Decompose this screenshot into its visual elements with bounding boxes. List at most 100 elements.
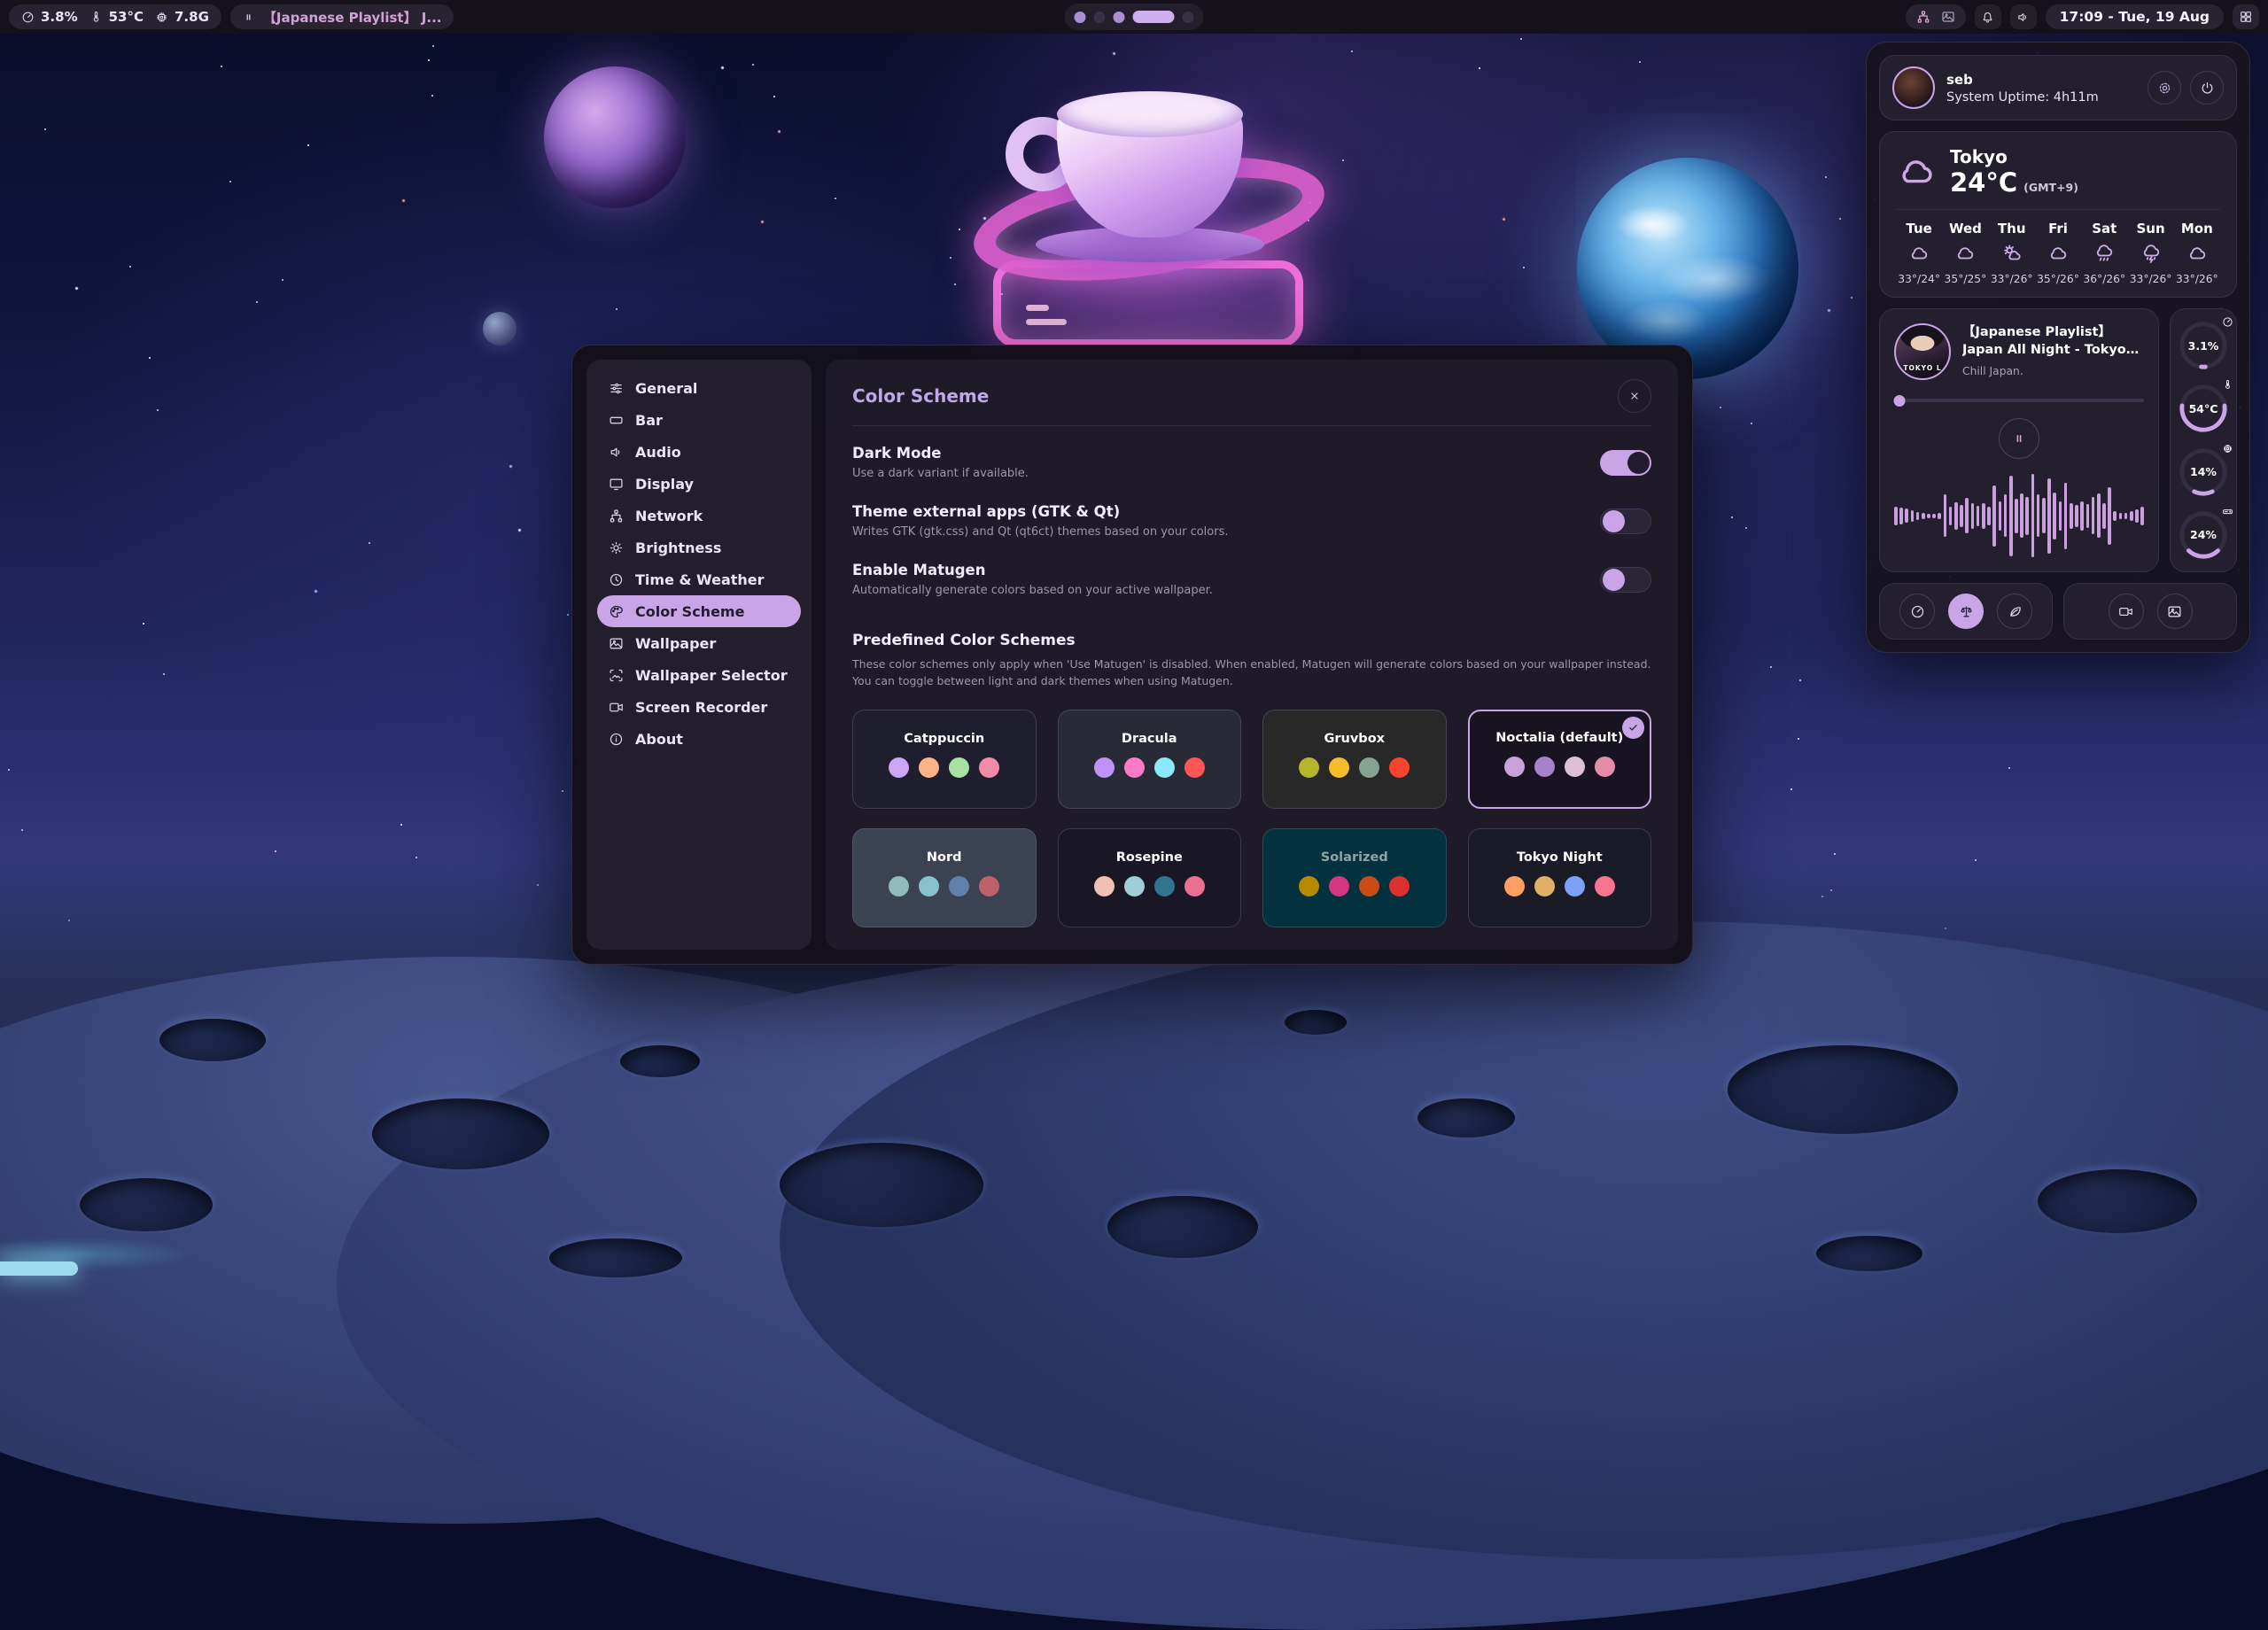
color-swatch bbox=[1124, 876, 1145, 896]
image-button[interactable] bbox=[2157, 594, 2193, 629]
sidebar-item-display[interactable]: Display bbox=[597, 468, 801, 500]
sidebar-item-audio[interactable]: Audio bbox=[597, 436, 801, 468]
power-button[interactable] bbox=[2190, 71, 2224, 105]
gauge-button[interactable] bbox=[1899, 594, 1935, 629]
scheme-colors bbox=[1504, 757, 1615, 777]
seek-bar[interactable] bbox=[1894, 395, 2144, 407]
color-swatch bbox=[1154, 876, 1175, 896]
setting-desc: Writes GTK (gtk.css) and Qt (qt6ct) them… bbox=[852, 525, 1229, 539]
waveform-bar bbox=[1905, 508, 1908, 523]
disk-icon bbox=[2222, 506, 2233, 517]
color-swatch bbox=[949, 876, 969, 896]
sidebar-item-color-scheme[interactable]: Color Scheme bbox=[597, 595, 801, 627]
settings-button[interactable] bbox=[2148, 71, 2181, 105]
scheme-card-dracula[interactable]: Dracula bbox=[1058, 710, 1242, 809]
forecast-mon: Mon33°/26° bbox=[2174, 221, 2220, 285]
sidebar-item-label: Network bbox=[635, 508, 703, 524]
waveform-bar bbox=[2075, 505, 2078, 527]
sidebar-item-bar[interactable]: Bar bbox=[597, 404, 801, 436]
gauge-icon bbox=[21, 11, 35, 24]
toggle-knob bbox=[1627, 452, 1650, 474]
sidebar-item-time-weather[interactable]: Time & Weather bbox=[597, 563, 801, 595]
bell-icon bbox=[1981, 11, 1994, 24]
wallpaper-selector-icon bbox=[609, 668, 624, 683]
sidebar-item-label: Brightness bbox=[635, 539, 721, 556]
gauge-gauge: 3.1% bbox=[2178, 320, 2229, 371]
forecast-sat: Sat36°/26° bbox=[2081, 221, 2127, 285]
scheme-card-noctalia-default[interactable]: Noctalia (default) bbox=[1468, 710, 1652, 809]
pause-button[interactable] bbox=[1999, 418, 2039, 459]
toggle-theme-external-apps-gtk-qt[interactable] bbox=[1600, 508, 1651, 534]
scheme-name: Gruvbox bbox=[1263, 732, 1446, 746]
thermometer-icon bbox=[89, 11, 103, 24]
clock-pill[interactable]: 17:09 - Tue, 19 Aug bbox=[2046, 4, 2224, 29]
video-button[interactable] bbox=[2109, 594, 2144, 629]
sidebar-item-wallpaper[interactable]: Wallpaper bbox=[597, 627, 801, 659]
scheme-card-tokyo-night[interactable]: Tokyo Night bbox=[1468, 828, 1652, 928]
seek-handle[interactable] bbox=[1893, 395, 1905, 407]
scheme-name: Solarized bbox=[1263, 850, 1446, 865]
scheme-colors bbox=[1299, 757, 1410, 778]
network-icon[interactable] bbox=[1916, 10, 1930, 24]
sidebar-item-label: General bbox=[635, 380, 697, 397]
workspace-4[interactable] bbox=[1133, 11, 1175, 23]
volume-button[interactable] bbox=[2010, 4, 2037, 29]
setting-text: Dark ModeUse a dark variant if available… bbox=[852, 445, 1029, 480]
system-stats-pill[interactable]: 3.8%53°C7.8G bbox=[9, 4, 221, 29]
avatar[interactable] bbox=[1892, 66, 1935, 109]
workspace-3[interactable] bbox=[1114, 12, 1125, 23]
scheme-card-rosepine[interactable]: Rosepine bbox=[1058, 828, 1242, 928]
sidebar-item-screen-recorder[interactable]: Screen Recorder bbox=[597, 691, 801, 723]
setting-row-dark-mode: Dark ModeUse a dark variant if available… bbox=[852, 426, 1651, 485]
scheme-card-solarized[interactable]: Solarized bbox=[1262, 828, 1447, 928]
color-swatch bbox=[1389, 876, 1410, 896]
color-swatch bbox=[889, 876, 909, 896]
color-swatch bbox=[1534, 876, 1555, 896]
sidebar-item-label: Wallpaper bbox=[635, 635, 716, 652]
sidebar-item-wallpaper-selector[interactable]: Wallpaper Selector bbox=[597, 659, 801, 691]
crater bbox=[780, 1143, 983, 1227]
scheme-colors bbox=[1299, 876, 1410, 896]
sidebar-item-general[interactable]: General bbox=[597, 372, 801, 404]
color-swatch bbox=[1504, 757, 1525, 777]
media-pill[interactable]: 【Japanese Playlist】 J... bbox=[230, 4, 454, 29]
recorder-icon bbox=[609, 700, 624, 715]
forecast-day: Fri bbox=[2035, 221, 2081, 237]
wallpaper-icon[interactable] bbox=[1941, 10, 1955, 24]
setting-title: Enable Matugen bbox=[852, 562, 1213, 578]
notifications-button[interactable] bbox=[1975, 4, 2001, 29]
workspace-2[interactable] bbox=[1094, 12, 1106, 23]
divider bbox=[1896, 209, 2220, 210]
forecast-temps: 33°/24° bbox=[1896, 273, 1942, 285]
workspace-5[interactable] bbox=[1183, 12, 1194, 23]
waveform-bar bbox=[2135, 509, 2139, 523]
scales-button[interactable] bbox=[1948, 594, 1984, 629]
setting-desc: Automatically generate colors based on y… bbox=[852, 584, 1213, 597]
waveform-bar bbox=[2080, 501, 2084, 531]
close-button[interactable] bbox=[1618, 379, 1651, 413]
workspace-1[interactable] bbox=[1075, 12, 1086, 23]
sidebar-item-network[interactable]: Network bbox=[597, 500, 801, 532]
toggle-enable-matugen[interactable] bbox=[1600, 567, 1651, 593]
tune-icon bbox=[609, 381, 624, 396]
user-card: seb System Uptime: 4h11m bbox=[1879, 55, 2237, 120]
sidebar-item-about[interactable]: About bbox=[597, 723, 801, 755]
waveform-bar bbox=[2025, 497, 2029, 535]
leaf-button[interactable] bbox=[1997, 594, 2032, 629]
forecast-temps: 35°/26° bbox=[2035, 273, 2081, 285]
waveform-bar bbox=[1911, 510, 1915, 521]
utilities-card bbox=[2063, 583, 2237, 640]
system-uptime: System Uptime: 4h11m bbox=[1946, 90, 2099, 105]
scheme-card-nord[interactable]: Nord bbox=[852, 828, 1037, 928]
toggle-dark-mode[interactable] bbox=[1600, 450, 1651, 476]
scheme-card-gruvbox[interactable]: Gruvbox bbox=[1262, 710, 1447, 809]
setting-desc: Use a dark variant if available. bbox=[852, 467, 1029, 480]
waveform-bar bbox=[1894, 507, 1898, 525]
sidebar-item-brightness[interactable]: Brightness bbox=[597, 532, 801, 563]
launcher-button[interactable] bbox=[2233, 4, 2259, 29]
color-swatch bbox=[1359, 757, 1379, 778]
scheme-card-catppuccin[interactable]: Catppuccin bbox=[852, 710, 1037, 809]
waveform-bar bbox=[2009, 476, 2013, 556]
color-swatch bbox=[1534, 757, 1555, 777]
waveform-bar bbox=[1982, 503, 1985, 529]
